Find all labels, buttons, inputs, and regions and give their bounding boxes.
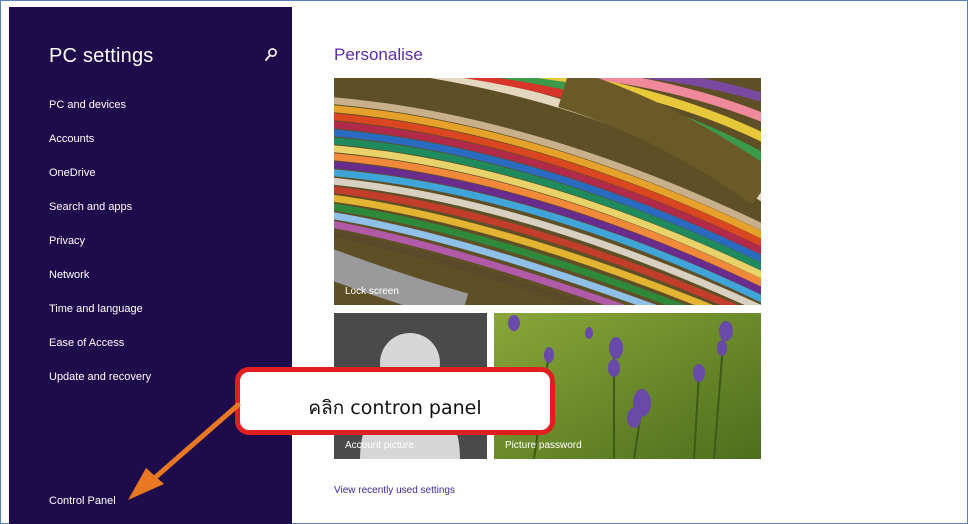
- page-title: Personalise: [334, 45, 423, 64]
- sidebar-item-search-and-apps[interactable]: Search and apps: [49, 201, 132, 213]
- control-panel-link[interactable]: Control Panel: [49, 495, 116, 507]
- account-picture-label: Account picture: [345, 440, 414, 451]
- sidebar-item-pc-and-devices[interactable]: PC and devices: [49, 99, 126, 111]
- lock-screen-image: [334, 78, 761, 305]
- sidebar-item-update-and-recovery[interactable]: Update and recovery: [49, 371, 151, 383]
- lock-screen-label: Lock screen: [345, 286, 399, 297]
- annotation-callout: คลิก contron panel: [235, 367, 555, 435]
- sidebar-title: PC settings: [49, 45, 154, 67]
- sidebar-item-onedrive[interactable]: OneDrive: [49, 167, 95, 179]
- view-recent-settings-link[interactable]: View recently used settings: [334, 485, 455, 496]
- annotation-text: คลิก contron panel: [308, 397, 482, 419]
- lock-screen-tile[interactable]: Lock screen: [334, 78, 761, 305]
- picture-password-label: Picture password: [505, 440, 582, 451]
- sidebar-item-privacy[interactable]: Privacy: [49, 235, 85, 247]
- sidebar-item-network[interactable]: Network: [49, 269, 89, 281]
- sidebar-item-time-and-language[interactable]: Time and language: [49, 303, 143, 315]
- sidebar-item-ease-of-access[interactable]: Ease of Access: [49, 337, 124, 349]
- search-icon[interactable]: [264, 47, 278, 63]
- sidebar-item-accounts[interactable]: Accounts: [49, 133, 94, 145]
- sidebar: PC settings PC and devices Accounts OneD…: [9, 7, 292, 524]
